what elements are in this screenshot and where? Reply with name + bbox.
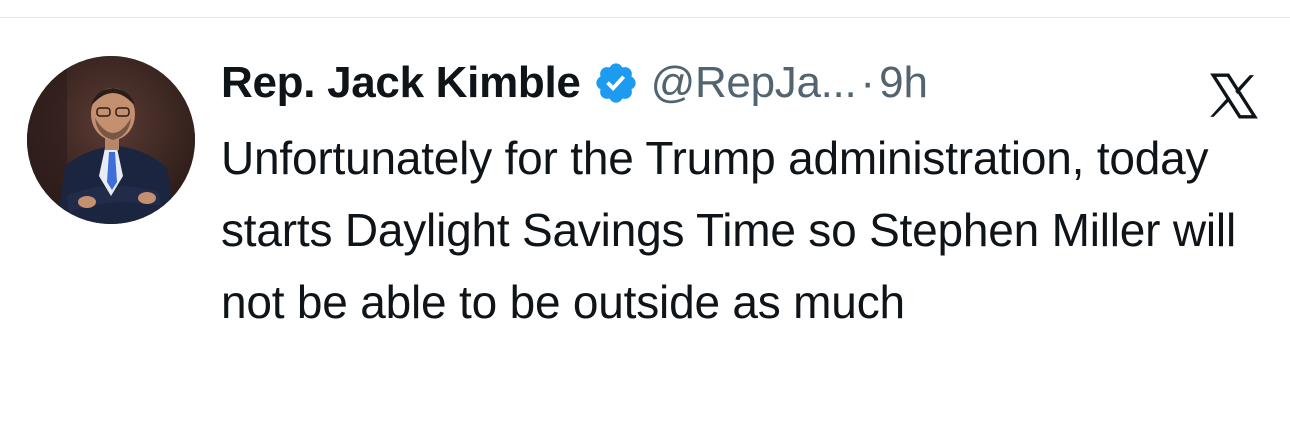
tweet-timestamp[interactable]: 9h bbox=[879, 58, 928, 108]
separator-dot: · bbox=[860, 58, 876, 107]
verified-badge-icon[interactable] bbox=[593, 60, 639, 106]
tweet-header: Rep. Jack Kimble @RepJa... · 9h bbox=[221, 54, 928, 112]
tweet-card[interactable]: Rep. Jack Kimble @RepJa... · 9h Unfortun… bbox=[0, 18, 1290, 435]
avatar[interactable] bbox=[27, 56, 195, 224]
avatar-image bbox=[27, 56, 195, 224]
tweet-text: Unfortunately for the Trump administrati… bbox=[221, 132, 1236, 328]
x-logo-icon[interactable] bbox=[1209, 73, 1259, 119]
author-handle[interactable]: @RepJa... bbox=[651, 58, 857, 108]
display-name[interactable]: Rep. Jack Kimble bbox=[221, 58, 581, 108]
